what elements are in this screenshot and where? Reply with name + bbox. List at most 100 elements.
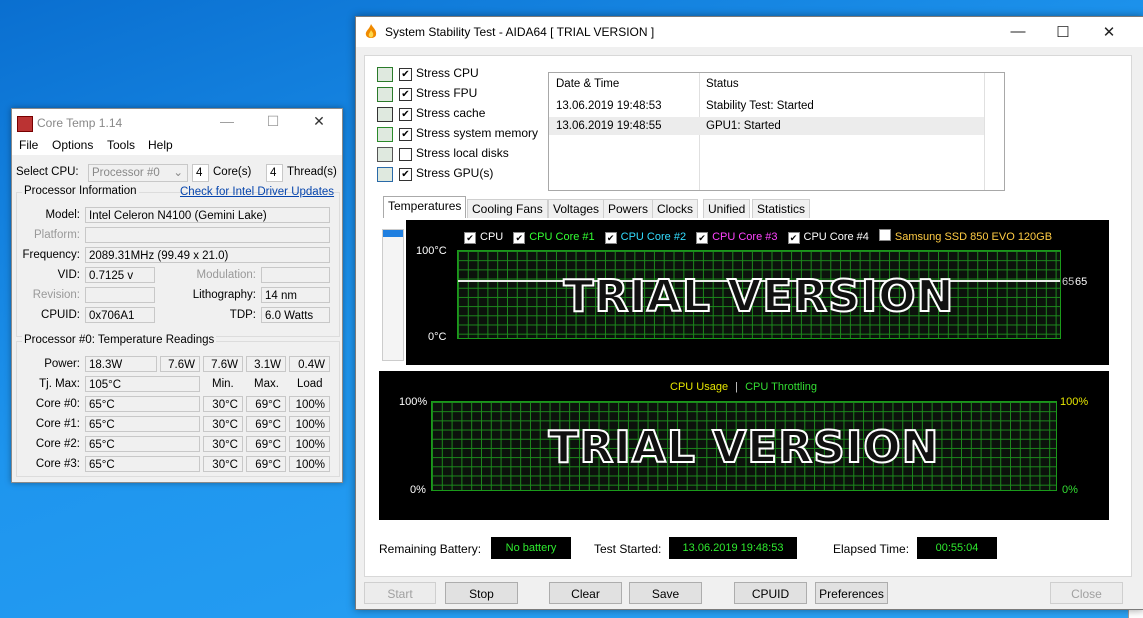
core-max: 69°C [246, 396, 286, 412]
temp-legend-item[interactable]: ✔ CPU Core #3 [696, 231, 778, 244]
processor-info-label: Processor Information [22, 185, 139, 197]
maximize-button[interactable]: ☐ [258, 113, 288, 130]
log-header-status[interactable]: Status [706, 75, 739, 93]
scroll-thumb[interactable] [383, 230, 403, 237]
aida-titlebar[interactable]: System Stability Test - AIDA64 [ TRIAL V… [356, 17, 1143, 47]
tab-voltages[interactable]: Voltages [548, 199, 605, 218]
temperature-graph-panel: ✔ CPU ✔ CPU Core #1 ✔ CPU Core #2 ✔ CPU Core #3… [406, 220, 1109, 365]
temp-axis-bottom: 0°C [428, 331, 447, 343]
tab-temperatures[interactable]: Temperatures [383, 196, 467, 218]
trial-watermark: TRIAL VERSION [548, 421, 940, 474]
stress-checkbox[interactable]: ✔ [399, 168, 412, 181]
tab-statistics[interactable]: Statistics [752, 199, 811, 218]
core-temp: 65°C [85, 436, 200, 452]
close-dialog-button[interactable]: Close [1050, 582, 1123, 604]
cpu-usage-legend: CPU Usage | CPU Throttling [670, 381, 817, 393]
save-button[interactable]: Save [629, 582, 702, 604]
intel-driver-link[interactable]: Check for Intel Driver Updates [180, 186, 334, 198]
stress-checkbox[interactable]: ✔ [399, 68, 412, 81]
minimize-button[interactable]: — [212, 113, 242, 129]
usage-axis-bottom-left: 0% [410, 484, 426, 496]
legend-checkbox[interactable]: ✔ [513, 232, 526, 244]
elapsed-time-value: 00:55:04 [917, 537, 997, 559]
power-value-4: 0.4W [289, 356, 330, 372]
stress-option-label[interactable]: Stress system memory [416, 126, 538, 140]
core-temp: 65°C [85, 396, 200, 412]
legend-separator: | [735, 381, 738, 393]
frequency-value: 2089.31MHz (99.49 x 21.0) [85, 247, 330, 263]
temp-legend-item[interactable]: ✔ CPU Core #1 [513, 231, 595, 244]
stress-checkbox[interactable]: ✔ [399, 108, 412, 121]
tab-powers[interactable]: Powers [603, 199, 654, 218]
disk-icon [377, 147, 393, 162]
stress-option-label[interactable]: Stress FPU [416, 86, 477, 100]
legend-checkbox[interactable] [878, 229, 891, 241]
legend-checkbox[interactable]: ✔ [787, 232, 800, 244]
coretemp-titlebar[interactable]: Core Temp 1.14 — ☐ ✕ [12, 109, 342, 137]
temperature-grid: TRIAL VERSION [457, 250, 1061, 339]
stress-checkbox[interactable]: ✔ [399, 128, 412, 141]
cores-count: 4 [192, 164, 209, 182]
clear-button[interactable]: Clear [549, 582, 622, 604]
power-label: Power: [44, 358, 80, 370]
stress-option-label[interactable]: Stress CPU [416, 66, 479, 80]
lithography-value: 14 nm [261, 287, 330, 303]
menu-file[interactable]: File [19, 138, 38, 152]
close-button[interactable]: ✕ [1089, 23, 1129, 41]
cpuid-button[interactable]: CPUID [734, 582, 807, 604]
elapsed-time-label: Elapsed Time: [833, 542, 910, 556]
menu-tools[interactable]: Tools [107, 138, 135, 152]
lithography-label: Lithography: [192, 289, 256, 301]
log-header-time[interactable]: Date & Time [556, 75, 619, 93]
core-label: Core #0: [35, 398, 80, 410]
vid-value: 0.7125 v [85, 267, 155, 283]
temp-legend-item[interactable]: ✔ CPU Core #4 [787, 231, 869, 244]
stop-button[interactable]: Stop [445, 582, 518, 604]
temp-axis-top: 100°C [416, 245, 447, 257]
stress-option-label[interactable]: Stress GPU(s) [416, 166, 493, 180]
legend-label: CPU Core #4 [803, 231, 869, 243]
maximize-button[interactable]: ☐ [1043, 23, 1083, 41]
platform-label: Platform: [33, 229, 80, 241]
remaining-battery-label: Remaining Battery: [379, 542, 482, 556]
minimize-button[interactable]: — [998, 23, 1038, 40]
tjmax-value: 105°C [85, 376, 200, 392]
status-log[interactable]: Date & Time Status 13.06.2019 19:48:53 S… [548, 72, 1005, 191]
menu-options[interactable]: Options [52, 138, 93, 152]
stress-checkbox[interactable] [399, 148, 412, 161]
tab-unified[interactable]: Unified [703, 199, 751, 218]
vid-label: VID: [57, 269, 80, 281]
stress-option-label[interactable]: Stress cache [416, 106, 485, 120]
core-min: 30°C [203, 436, 243, 452]
core-label: Core #3: [35, 458, 80, 470]
log-status: Stability Test: Started [706, 100, 814, 112]
stress-option-label[interactable]: Stress local disks [416, 146, 509, 160]
legend-checkbox[interactable]: ✔ [464, 232, 476, 244]
cores-label: Core(s) [213, 166, 252, 178]
tab-cooling-fans[interactable]: Cooling Fans [467, 199, 548, 218]
test-started-label: Test Started: [594, 542, 662, 556]
menu-help[interactable]: Help [148, 138, 173, 152]
stress-checkbox[interactable]: ✔ [399, 88, 412, 101]
column-divider [984, 73, 985, 190]
temp-legend-item[interactable]: Samsung SSD 850 EVO 120GB [878, 229, 1052, 243]
cache-icon [377, 107, 393, 122]
preferences-button[interactable]: Preferences [815, 582, 888, 604]
legend-checkbox[interactable]: ✔ [604, 232, 617, 244]
temp-legend-item[interactable]: ✔ CPU Core #2 [604, 231, 686, 244]
temp-reading-b: 65 [1075, 276, 1088, 288]
select-cpu-dropdown[interactable]: Processor #0 ⌄ [88, 164, 188, 182]
revision-value [85, 287, 155, 303]
tab-clocks[interactable]: Clocks [652, 199, 699, 218]
temp-graph-scrollbar[interactable] [382, 229, 404, 361]
start-button[interactable]: Start [364, 582, 436, 604]
col-min-header: Min. [212, 378, 234, 390]
temp-legend-item[interactable]: ✔ CPU [464, 231, 503, 244]
close-button[interactable]: ✕ [304, 113, 334, 130]
core-max: 69°C [246, 416, 286, 432]
fpu-icon [377, 87, 393, 102]
flame-icon [365, 24, 377, 38]
legend-checkbox[interactable]: ✔ [696, 232, 709, 244]
cpu-usage-grid: TRIAL VERSION [431, 401, 1057, 491]
core-load: 100% [289, 456, 330, 472]
